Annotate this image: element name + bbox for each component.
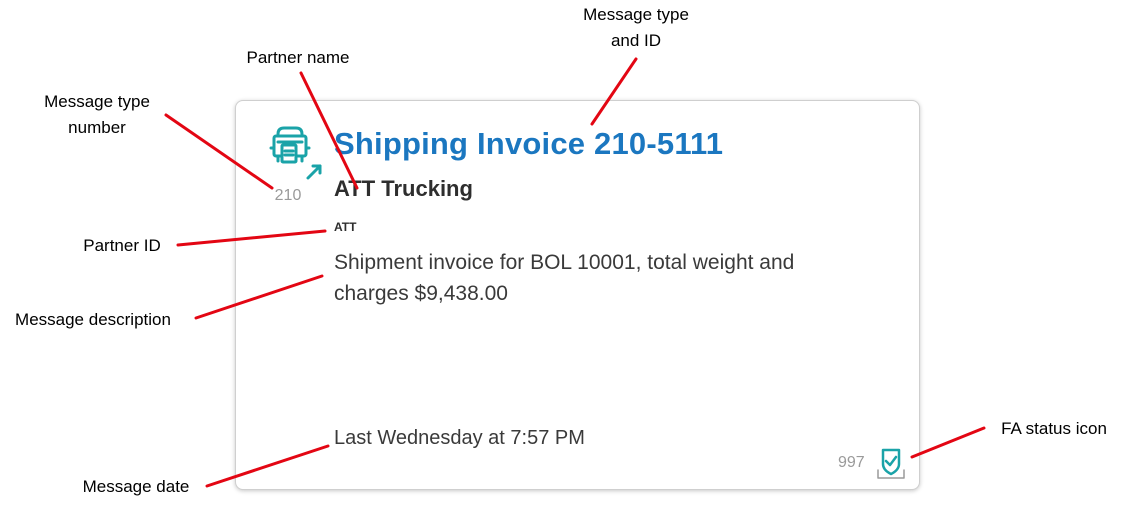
message-title[interactable]: Shipping Invoice 210-5111 bbox=[334, 126, 723, 162]
message-date: Last Wednesday at 7:57 PM bbox=[334, 427, 585, 449]
callout-text: Message type bbox=[44, 92, 150, 111]
callout-fa-status-icon: FA status icon bbox=[1001, 419, 1107, 438]
message-description: Shipment invoice for BOL 10001, total we… bbox=[334, 251, 795, 305]
callout-partner-name: Partner name bbox=[246, 48, 350, 67]
partner-id: ATT bbox=[334, 220, 357, 234]
leader-fa-status-icon bbox=[910, 426, 986, 459]
partner-name: ATT Trucking bbox=[334, 176, 473, 201]
truck-outbound-icon bbox=[268, 124, 324, 184]
message-type-number: 210 bbox=[274, 187, 302, 204]
callout-text: Message type bbox=[583, 5, 689, 24]
callout-text: number bbox=[68, 118, 126, 137]
fa-code: 997 bbox=[838, 454, 865, 471]
callout-message-type-and-id: Message type and ID bbox=[560, 2, 712, 54]
callout-partner-id: Partner ID bbox=[83, 236, 161, 255]
callout-message-date: Message date bbox=[82, 477, 190, 496]
callout-message-description: Message description bbox=[15, 310, 171, 329]
callout-text: and ID bbox=[610, 31, 662, 50]
callout-message-type-number: Message type number bbox=[22, 89, 172, 141]
fa-accepted-check-icon[interactable] bbox=[874, 446, 908, 480]
